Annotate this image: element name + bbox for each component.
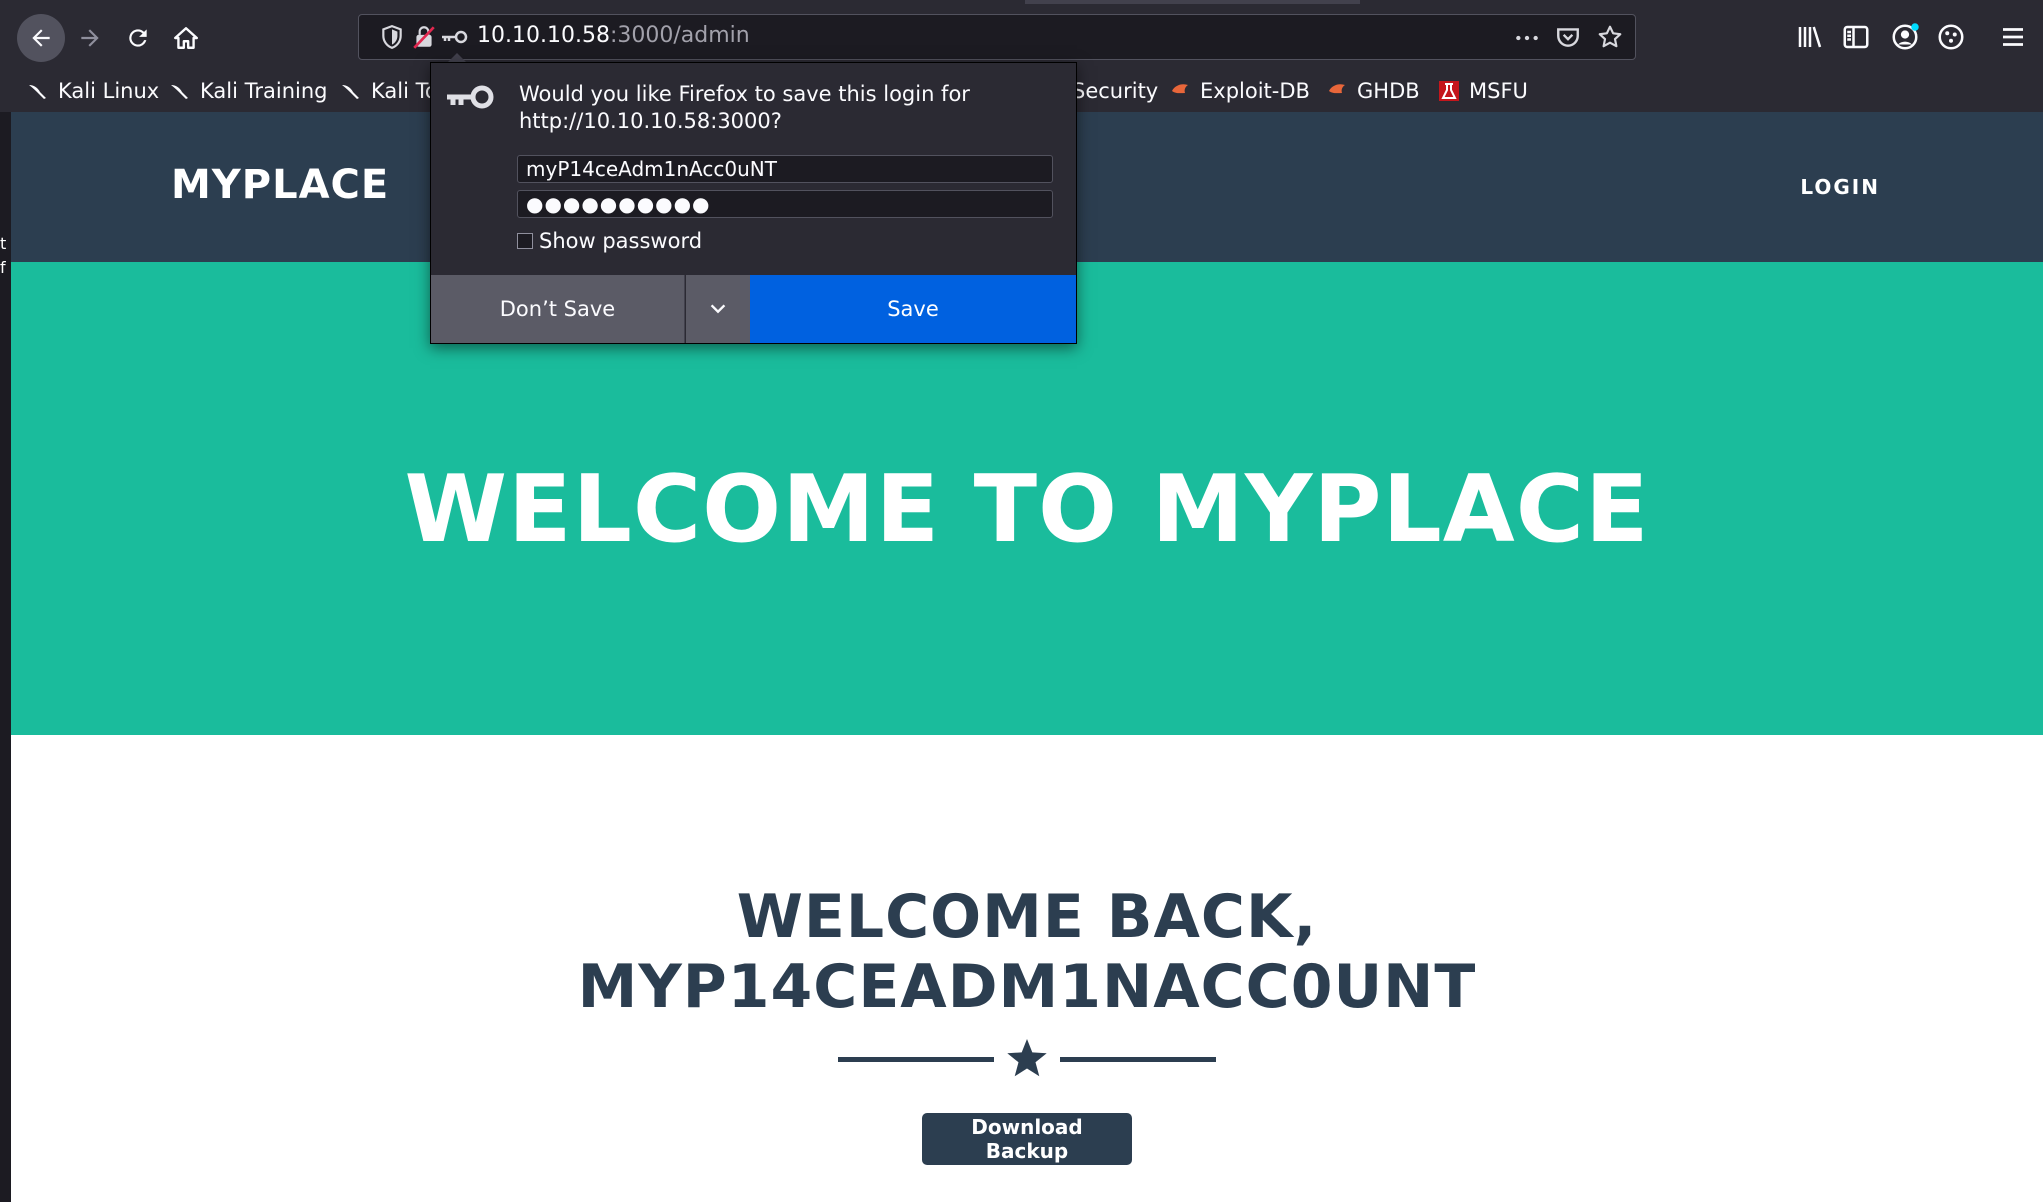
show-password-checkbox[interactable] [517,233,533,249]
bookmark-exploit-db[interactable]: Exploit-DB [1168,76,1310,106]
star-bookmark-icon[interactable] [1597,24,1623,50]
background-window-edge: t f [0,112,11,1202]
sidebar-icon[interactable] [1841,22,1871,52]
bookmark-kali-tools[interactable]: Kali To [339,76,438,106]
home-icon [173,27,199,49]
popup-message: Would you like Firefox to save this logi… [519,82,970,133]
tab-strip [1025,0,1360,4]
bookmark-ghdb[interactable]: GHDB [1325,76,1420,106]
url-host: 10.10.10.58 [477,23,610,48]
bookmark-label: Security [1072,79,1159,103]
url-bar[interactable]: 10.10.10.58:3000/admin [358,14,1636,60]
bookmark-label: GHDB [1357,79,1420,103]
reload-button[interactable] [114,14,162,62]
bookmark-msfu[interactable]: MSFU [1437,76,1528,106]
library-icon[interactable] [1795,22,1825,52]
nav-login-link[interactable]: LOGIN [1800,175,1880,199]
home-button[interactable] [162,14,210,62]
download-backup-button[interactable]: Download Backup [922,1113,1132,1165]
password-field[interactable]: ●●●●●●●●●● [517,190,1053,218]
site-brand[interactable]: MYPLACE [171,162,389,208]
dont-save-button[interactable]: Don’t Save [431,275,684,343]
masthead-title: WELCOME TO MYPLACE [404,455,1650,563]
reload-icon [129,29,147,47]
hamburger-menu-icon[interactable] [1998,22,2028,52]
show-password-toggle[interactable]: Show password [517,229,702,253]
more-actions-icon[interactable] [1514,25,1540,51]
ghdb-icon [1329,84,1345,94]
bookmark-label: MSFU [1469,79,1528,103]
star-divider [838,1039,1216,1077]
exploitdb-icon [1172,84,1188,94]
chevron-down-icon [710,304,726,314]
account-icon[interactable] [1890,22,1920,52]
pocket-icon[interactable] [1555,24,1581,50]
url-text[interactable]: 10.10.10.58:3000/admin [477,23,750,48]
username-field[interactable]: myP14ceAdm1nAcc0uNT [517,155,1053,183]
bookmark-label: Exploit-DB [1200,79,1310,103]
arrow-right-icon [81,29,99,47]
popup-dropdown-button[interactable] [685,275,750,343]
forward-button[interactable] [66,14,114,62]
show-password-label: Show password [539,229,703,253]
star-icon [1007,1039,1047,1077]
bookmark-security[interactable]: Security [1072,76,1158,106]
bookmark-kali-linux[interactable]: Kali Linux [26,76,159,106]
url-path: :3000/admin [609,23,750,48]
back-button[interactable] [17,14,65,62]
save-button[interactable]: Save [750,275,1076,343]
bookmark-label: Kali Training [200,79,328,103]
divider-line-right [1060,1057,1216,1062]
bookmark-label: Kali To [371,79,438,103]
kali-dragon-icon [171,85,188,99]
save-login-popup: Would you like Firefox to save this logi… [430,62,1077,344]
clipped-text: t f [0,234,7,277]
bookmark-kali-training[interactable]: Kali Training [168,76,327,106]
popup-body: Would you like Firefox to save this logi… [431,63,1076,275]
welcome-line-1: WELCOME BACK, [736,882,1318,952]
shield-icon[interactable] [379,24,405,50]
key-icon[interactable] [439,24,469,50]
insecure-lock-icon[interactable] [411,24,437,50]
extension-icon[interactable] [1936,22,1966,52]
welcome-heading: WELCOME BACK, MYP14CEADM1NACC0UNT [11,882,2043,1022]
kali-dragon-icon [342,85,359,99]
msfu-icon [1439,81,1459,101]
kali-dragon-icon [29,85,46,99]
bookmark-label: Kali Linux [58,79,160,103]
key-icon [447,85,494,109]
divider-line-left [838,1057,994,1062]
arrow-left-icon [32,29,50,47]
welcome-line-2: MYP14CEADM1NACC0UNT [577,952,1477,1022]
